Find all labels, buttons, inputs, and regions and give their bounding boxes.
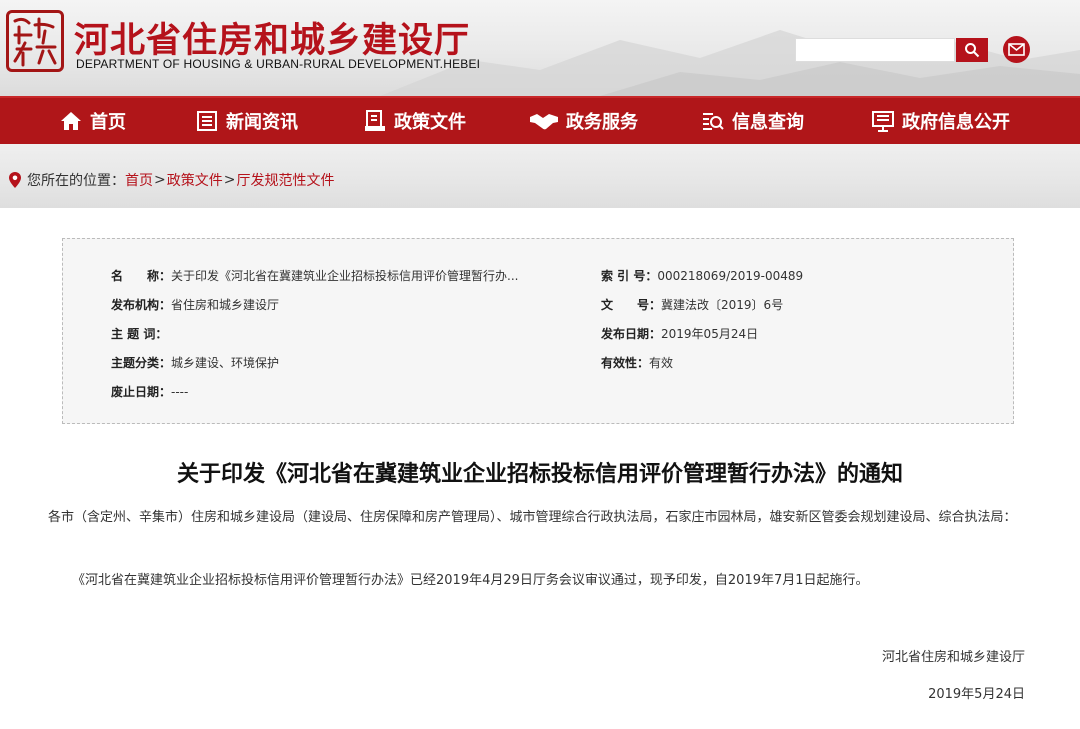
info-publisher-label: 发布机构： <box>111 298 172 312</box>
main-nav: 首页 新闻资讯 政策文件 政务服务 信息查询 政府信息公开 <box>0 96 1080 144</box>
site-header: 河北省住房和城乡建设厅 DEPARTMENT OF HOUSING & URBA… <box>0 0 1080 96</box>
nav-item-label: 新闻资讯 <box>226 112 298 133</box>
disclosure-icon <box>870 108 896 134</box>
info-publisher-value: 省住房和城乡建设厅 <box>171 298 280 312</box>
info-date: 发布日期：2019年05月24日 <box>601 325 758 342</box>
info-docno: 文 号：冀建法改〔2019〕6号 <box>601 296 783 313</box>
policy-icon <box>362 108 388 134</box>
nav-item-news[interactable]: 新闻资讯 <box>194 97 362 145</box>
info-publisher: 发布机构：省住房和城乡建设厅 <box>111 296 279 313</box>
document-info-box: 名 称：关于印发《河北省在冀建筑业企业招标投标信用评价管理暂行办... 索 引 … <box>62 238 1014 424</box>
info-validity-label: 有效性： <box>601 356 650 370</box>
nav-item-label: 政府信息公开 <box>902 112 1010 133</box>
location-pin-icon <box>9 172 21 188</box>
search-input[interactable] <box>795 38 955 62</box>
site-subtitle: DEPARTMENT OF HOUSING & URBAN-RURAL DEVE… <box>76 57 481 71</box>
article-body: 《河北省在冀建筑业企业招标投标信用评价管理暂行办法》已经2019年4月29日厅务… <box>72 573 869 588</box>
search-button[interactable] <box>956 38 988 62</box>
search-icon <box>965 43 980 58</box>
info-validity-value: 有效 <box>649 356 674 370</box>
article-sign-date: 2019年5月24日 <box>928 687 1025 702</box>
info-validity: 有效性：有效 <box>601 354 673 371</box>
query-icon <box>700 108 726 134</box>
breadcrumb-separator: > <box>223 172 236 188</box>
info-name-label: 名 称： <box>111 269 172 283</box>
news-icon <box>194 108 220 134</box>
breadcrumb-policy[interactable]: 政策文件 <box>167 170 223 190</box>
nav-item-label: 首页 <box>90 112 126 133</box>
info-category: 主题分类：城乡建设、环境保护 <box>111 354 279 371</box>
info-docno-label: 文 号： <box>601 298 662 312</box>
info-expire: 废止日期：---- <box>111 383 188 400</box>
nav-item-label: 政策文件 <box>394 112 466 133</box>
nav-item-label: 信息查询 <box>732 112 804 133</box>
nav-item-query[interactable]: 信息查询 <box>700 97 870 145</box>
mail-button[interactable] <box>1003 36 1030 63</box>
nav-item-disclosure[interactable]: 政府信息公开 <box>870 97 1010 145</box>
nav-item-services[interactable]: 政务服务 <box>528 97 700 145</box>
info-name: 名 称：关于印发《河北省在冀建筑业企业招标投标信用评价管理暂行办... <box>111 267 518 284</box>
info-expire-label: 废止日期： <box>111 385 172 399</box>
nav-item-home[interactable]: 首页 <box>58 97 194 145</box>
breadcrumb-separator: > <box>154 172 166 188</box>
info-keyword-label: 主 题 词： <box>111 327 168 341</box>
info-category-value: 城乡建设、环境保护 <box>171 356 280 370</box>
mail-icon <box>1008 43 1025 56</box>
handshake-icon <box>528 108 560 134</box>
info-index-label: 索 引 号： <box>601 269 658 283</box>
info-category-label: 主题分类： <box>111 356 172 370</box>
nav-item-label: 政务服务 <box>566 112 638 133</box>
info-name-value: 关于印发《河北省在冀建筑业企业招标投标信用评价管理暂行办... <box>171 269 519 283</box>
info-index: 索 引 号：000218069/2019-00489 <box>601 267 803 284</box>
info-index-value: 000218069/2019-00489 <box>657 269 804 283</box>
home-icon <box>58 108 84 134</box>
breadcrumb-current[interactable]: 厅发规范性文件 <box>236 170 334 190</box>
breadcrumb: 您所在的位置： 首页 > 政策文件 > 厅发规范性文件 <box>8 170 334 190</box>
breadcrumb-prefix: 您所在的位置： <box>27 173 125 189</box>
info-date-value: 2019年05月24日 <box>661 327 759 341</box>
info-date-label: 发布日期： <box>601 327 662 341</box>
seal-logo[interactable] <box>6 10 64 72</box>
info-expire-value: ---- <box>171 385 189 399</box>
site-title: 河北省住房和城乡建设厅 <box>74 21 471 61</box>
nav-item-policy[interactable]: 政策文件 <box>362 97 528 145</box>
breadcrumb-home[interactable]: 首页 <box>125 170 153 190</box>
info-keyword: 主 题 词： <box>111 325 167 342</box>
article-title: 关于印发《河北省在冀建筑业企业招标投标信用评价管理暂行办法》的通知 <box>176 462 903 487</box>
article-recipients: 各市（含定州、辛集市）住房和城乡建设局（建设局、住房保障和房产管理局）、城市管理… <box>48 510 1017 525</box>
article-signature: 河北省住房和城乡建设厅 <box>881 650 1025 665</box>
info-docno-value: 冀建法改〔2019〕6号 <box>661 298 784 312</box>
